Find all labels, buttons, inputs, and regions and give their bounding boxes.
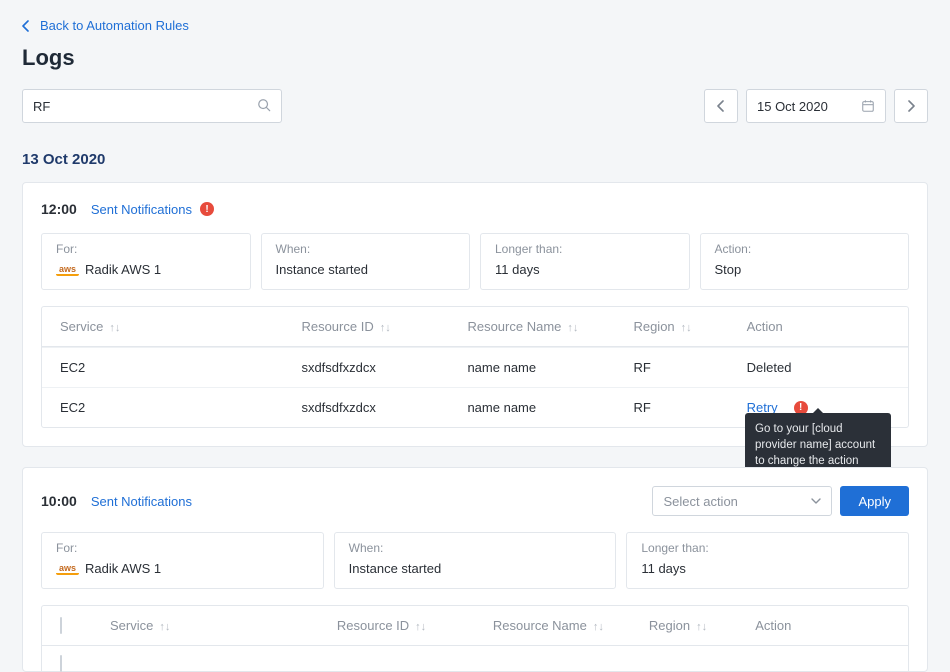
select-placeholder: Select action [663,494,737,509]
aws-icon: aws [56,264,79,276]
col-region[interactable]: Region↑↓ [649,618,755,633]
sort-icon: ↑↓ [159,621,170,633]
cell-region: RF [633,360,746,375]
log-table-header: Service↑↓ Resource ID↑↓ Resource Name↑↓ … [41,605,909,646]
sent-notifications-link[interactable]: Sent Notifications [91,202,192,217]
search-box[interactable] [22,89,282,123]
info-value: Stop [715,262,895,277]
cell-resource-id: sxdfsdfxzdcx [301,400,467,415]
apply-button[interactable]: Apply [840,486,909,516]
calendar-icon [861,99,875,113]
info-for: For: aws Radik AWS 1 [41,233,251,290]
info-label: When: [349,541,602,555]
log-time: 12:00 [41,201,77,217]
info-action: Action: Stop [700,233,910,290]
log-time: 10:00 [41,493,77,509]
date-picker-value: 15 Oct 2020 [757,99,828,114]
col-action: Action [747,319,890,334]
sort-icon: ↑↓ [415,621,426,633]
log-card: 10:00 Sent Notifications Select action A… [22,467,928,672]
info-label: Action: [715,242,895,256]
col-resource-id[interactable]: Resource ID↑↓ [301,319,467,334]
chevron-left-icon [22,20,30,32]
log-card: 12:00 Sent Notifications ! For: aws Radi… [22,182,928,447]
page-title: Logs [22,45,928,71]
info-label: When: [276,242,456,256]
info-longer-than: Longer than: 11 days [480,233,690,290]
info-value: Instance started [349,561,602,576]
info-value: Instance started [276,262,456,277]
aws-icon: aws [56,563,79,575]
info-value: Radik AWS 1 [85,561,161,576]
info-label: Longer than: [495,242,675,256]
col-service[interactable]: Service↑↓ [110,618,337,633]
info-label: Longer than: [641,541,894,555]
cell-service: EC2 [60,360,301,375]
alert-icon: ! [200,202,214,216]
info-label: For: [56,541,309,555]
col-region[interactable]: Region↑↓ [633,319,746,334]
info-when: When: Instance started [334,532,617,589]
select-all-checkbox[interactable] [60,617,62,634]
chevron-right-icon [907,100,915,112]
sort-icon: ↑↓ [109,322,120,334]
sort-icon: ↑↓ [696,621,707,633]
info-value: 11 days [495,262,675,277]
col-service[interactable]: Service↑↓ [60,319,301,334]
table-row [41,646,909,671]
row-checkbox[interactable] [60,655,62,672]
table-row: EC2 sxdfsdfxzdcx name name RF Deleted [42,347,908,387]
cell-action: Deleted [747,360,890,375]
cell-resource-id: sxdfsdfxzdcx [301,360,467,375]
cell-region: RF [633,400,746,415]
date-picker[interactable]: 15 Oct 2020 [746,89,886,123]
sort-icon: ↑↓ [593,621,604,633]
cell-resource-name: name name [467,360,633,375]
cell-service: EC2 [60,400,301,415]
chevron-down-icon [811,498,821,504]
col-resource-name[interactable]: Resource Name↑↓ [493,618,649,633]
info-label: For: [56,242,236,256]
info-longer-than: Longer than: 11 days [626,532,909,589]
search-input[interactable] [33,99,257,114]
search-icon [257,98,271,115]
col-action: Action [755,618,890,633]
log-group-date: 13 Oct 2020 [22,151,928,168]
sort-icon: ↑↓ [681,322,692,334]
sort-icon: ↑↓ [380,322,391,334]
col-resource-id[interactable]: Resource ID↑↓ [337,618,493,633]
chevron-left-icon [717,100,725,112]
back-to-rules-link[interactable]: Back to Automation Rules [22,18,189,33]
select-action-dropdown[interactable]: Select action [652,486,832,516]
sort-icon: ↑↓ [567,322,578,334]
cell-resource-name: name name [467,400,633,415]
info-value: Radik AWS 1 [85,262,161,277]
sent-notifications-link[interactable]: Sent Notifications [91,494,192,509]
info-value: 11 days [641,561,894,576]
back-link-label: Back to Automation Rules [40,18,189,33]
date-prev-button[interactable] [704,89,738,123]
date-next-button[interactable] [894,89,928,123]
info-when: When: Instance started [261,233,471,290]
log-table: Service↑↓ Resource ID↑↓ Resource Name↑↓ … [41,306,909,428]
info-for: For: aws Radik AWS 1 [41,532,324,589]
col-resource-name[interactable]: Resource Name↑↓ [467,319,633,334]
